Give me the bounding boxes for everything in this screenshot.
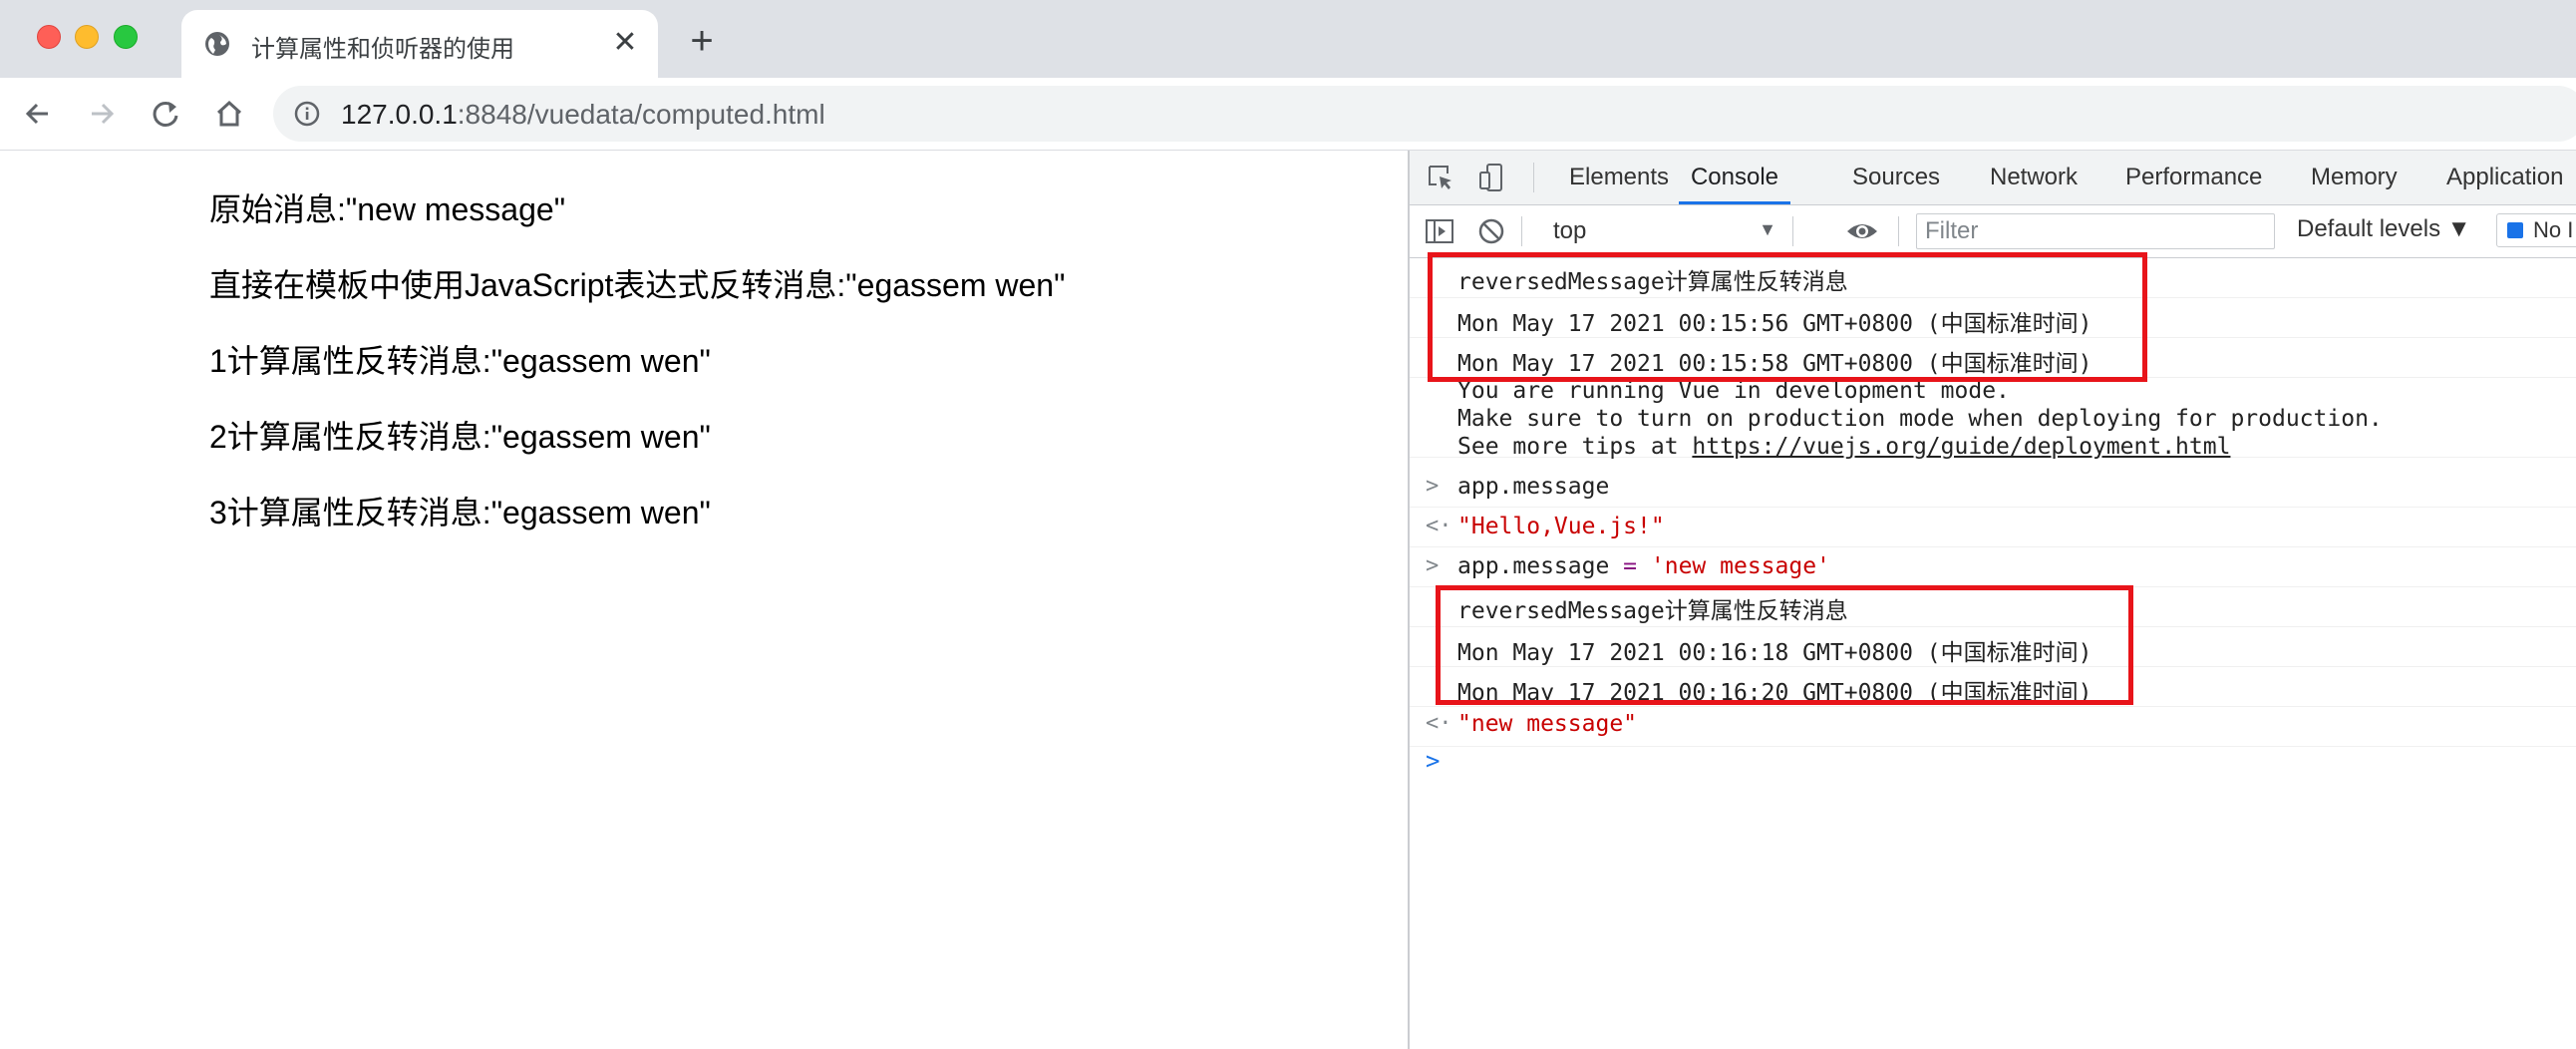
browser-titlebar: 计算属性和侦听器的使用 ✕ + xyxy=(0,0,2576,78)
arrow-right-icon xyxy=(92,103,115,125)
issues-label: No I xyxy=(2533,217,2574,242)
console-result-line: <· "Hello,Vue.js!" xyxy=(1410,508,2576,547)
console-input-line: > app.message = 'new message' xyxy=(1410,547,2576,587)
inspect-element-icon[interactable] xyxy=(1424,161,1457,194)
url-text[interactable]: 127.0.0.1:8848/vuedata/computed.html xyxy=(341,99,825,131)
home-icon xyxy=(216,100,242,127)
url-host: 127.0.0.1 xyxy=(341,99,458,130)
assignment-operator: = xyxy=(1623,553,1638,579)
caret-down-icon: ▼ xyxy=(1759,219,1776,239)
tab-sources[interactable]: Sources xyxy=(1852,151,1940,204)
console-toolbar: top ▼ Filter Default levels ▼ No I xyxy=(1410,205,2576,258)
computed-reversed-text-1: 1计算属性反转消息:"egassem wen" xyxy=(209,343,711,379)
computed-reversed-text-3: 3计算属性反转消息:"egassem wen" xyxy=(209,495,711,530)
sidebar-toggle-icon[interactable] xyxy=(1424,215,1455,247)
browser-tab[interactable]: 计算属性和侦听器的使用 ✕ xyxy=(181,10,658,78)
tab-memory[interactable]: Memory xyxy=(2311,151,2398,204)
console-filter-input[interactable]: Filter xyxy=(1916,213,2275,249)
tab-elements[interactable]: Elements xyxy=(1569,151,1669,204)
console-input-value: 'new message' xyxy=(1650,553,1830,579)
console-output: reversedMessage计算属性反转消息 Mon May 17 2021 … xyxy=(1410,252,2576,1049)
console-input-text: app.message xyxy=(1457,474,1610,500)
maximize-window-button[interactable] xyxy=(114,25,138,49)
separator xyxy=(1792,216,1793,246)
devtools-tabbar: Elements Console Sources Network Perform… xyxy=(1410,151,2576,205)
tab-title: 计算属性和侦听器的使用 xyxy=(251,36,514,63)
device-toolbar-icon[interactable] xyxy=(1475,161,1509,194)
context-value: top xyxy=(1553,217,1587,244)
arrow-left-icon xyxy=(25,103,48,125)
tab-console[interactable]: Console xyxy=(1679,151,1790,204)
minimize-window-button[interactable] xyxy=(75,25,99,49)
tab-network[interactable]: Network xyxy=(1990,151,2078,204)
devtools-panel: Elements Console Sources Network Perform… xyxy=(1408,151,2576,1049)
reload-button[interactable] xyxy=(146,94,185,134)
template-reversed-text: 直接在模板中使用JavaScript表达式反转消息:"egassem wen" xyxy=(209,267,1066,303)
highlight-box xyxy=(1436,585,2133,705)
context-selector[interactable]: top ▼ xyxy=(1539,215,1776,247)
separator xyxy=(1521,216,1522,246)
issues-icon xyxy=(2507,222,2523,238)
console-info-text: See more tips at xyxy=(1457,434,1693,460)
input-chevron-icon: > xyxy=(1426,474,1440,499)
console-input-line: > app.message xyxy=(1410,468,2576,508)
browser-toolbar: 127.0.0.1:8848/vuedata/computed.html xyxy=(0,78,2576,151)
reload-icon xyxy=(153,101,178,127)
issues-button[interactable]: No I xyxy=(2496,213,2576,247)
console-result-line: <· "new message" xyxy=(1410,707,2576,747)
highlight-box xyxy=(1428,252,2147,382)
console-info-block: You are running Vue in development mode.… xyxy=(1410,378,2576,460)
back-button[interactable] xyxy=(18,94,58,134)
forward-button[interactable] xyxy=(82,94,122,134)
input-chevron-icon: > xyxy=(1426,553,1440,578)
address-bar[interactable]: 127.0.0.1:8848/vuedata/computed.html xyxy=(273,86,2576,142)
console-result-text[interactable]: "new message" xyxy=(1457,711,1637,737)
info-icon[interactable] xyxy=(293,100,321,128)
console-result-text[interactable]: "Hello,Vue.js!" xyxy=(1457,514,1665,539)
tab-performance[interactable]: Performance xyxy=(2125,151,2262,204)
separator xyxy=(1898,216,1899,246)
vue-deployment-link[interactable]: https://vuejs.org/guide/deployment.html xyxy=(1692,434,2230,460)
result-arrow-icon: <· xyxy=(1426,711,1452,736)
globe-icon xyxy=(205,32,229,56)
console-info-text: Make sure to turn on production mode whe… xyxy=(1457,406,2383,432)
result-arrow-icon: <· xyxy=(1426,514,1452,538)
clear-console-icon[interactable] xyxy=(1475,215,1507,247)
prompt-chevron-icon: > xyxy=(1426,747,1441,775)
tab-application[interactable]: Application xyxy=(2446,151,2563,204)
eye-icon[interactable] xyxy=(1844,215,1880,247)
new-tab-button[interactable]: + xyxy=(684,21,720,61)
original-message-text: 原始消息:"new message" xyxy=(209,191,566,227)
page-viewport: 原始消息:"new message" 直接在模板中使用JavaScript表达式… xyxy=(0,151,1408,1049)
separator xyxy=(1533,163,1534,192)
computed-reversed-text-2: 2计算属性反转消息:"egassem wen" xyxy=(209,419,711,455)
log-levels-dropdown[interactable]: Default levels ▼ xyxy=(2297,215,2471,243)
home-button[interactable] xyxy=(209,94,249,134)
close-window-button[interactable] xyxy=(37,25,61,49)
console-input-text: app.message xyxy=(1457,553,1624,579)
url-path: :8848/vuedata/computed.html xyxy=(457,99,825,130)
close-tab-icon[interactable]: ✕ xyxy=(610,28,640,58)
console-prompt[interactable]: > xyxy=(1410,747,2576,1049)
